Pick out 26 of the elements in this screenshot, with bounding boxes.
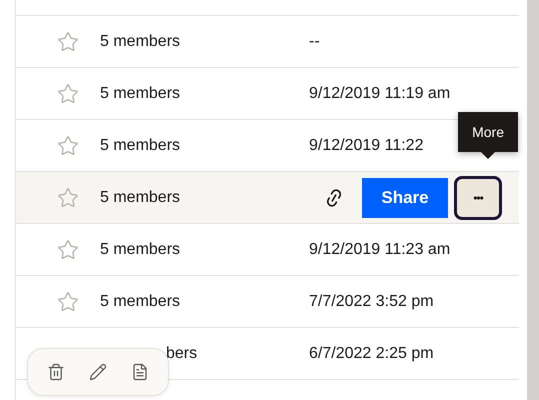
members-count: 5 members (100, 292, 182, 310)
modified-date: 9/12/2019 11:22 (309, 136, 424, 154)
share-button[interactable]: Share (362, 178, 448, 218)
star-icon[interactable] (57, 186, 79, 208)
modified-date: 6/7/2022 2:25 pm (309, 344, 434, 362)
modified-date: 9/12/2019 11:19 am (309, 84, 450, 102)
members-count: 5 members (100, 240, 182, 258)
tooltip-pointer (481, 152, 496, 159)
document-button[interactable] (131, 363, 149, 381)
members-count: 5 members (100, 136, 182, 154)
modified-date: -- (309, 32, 320, 50)
more-button[interactable]: ••• (454, 176, 502, 220)
modified-date: 7/7/2022 3:52 pm (309, 292, 434, 310)
members-count: 5 members (100, 188, 182, 206)
delete-button[interactable] (47, 363, 65, 381)
star-icon[interactable] (57, 290, 79, 312)
tooltip: More (458, 112, 518, 152)
star-icon[interactable] (57, 30, 79, 52)
members-count: bers (166, 344, 198, 362)
members-count: 5 members (100, 84, 182, 102)
star-icon[interactable] (57, 134, 79, 156)
star-icon[interactable] (57, 238, 79, 260)
members-count: 5 members (100, 32, 182, 50)
edit-button[interactable] (89, 363, 107, 381)
star-icon[interactable] (57, 82, 79, 104)
modified-date: 9/12/2019 11:23 am (309, 240, 450, 258)
